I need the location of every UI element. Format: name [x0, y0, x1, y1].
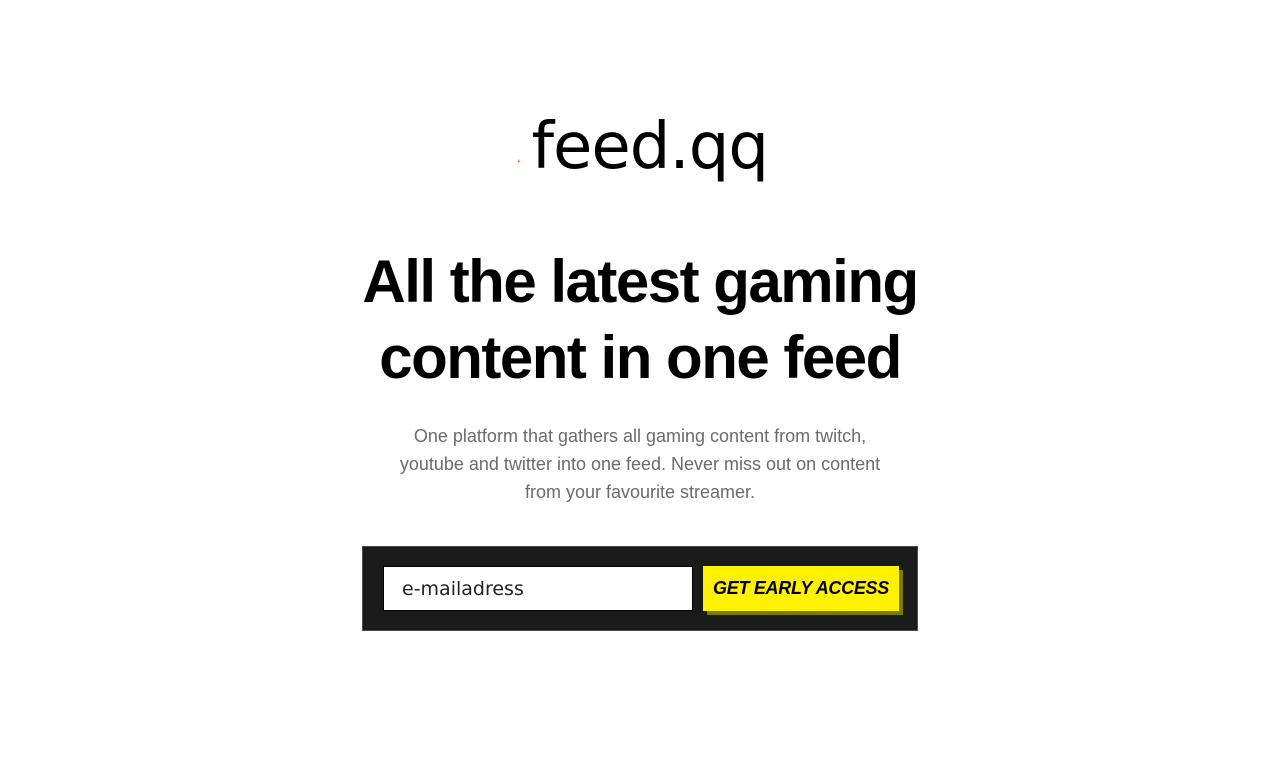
play-arrow-icon	[518, 159, 520, 163]
email-input[interactable]	[383, 566, 693, 611]
brand-logo[interactable]: feed.qq	[518, 115, 769, 214]
get-early-access-button[interactable]: GET EARLY ACCESS	[703, 566, 899, 611]
landing-page: feed.qq All the latest gaming content in…	[0, 0, 1280, 761]
hero-headline: All the latest gaming content in one fee…	[362, 248, 919, 391]
brand-name: feed.qq	[531, 110, 769, 184]
signup-form: GET EARLY ACCESS	[362, 546, 918, 631]
hero-subtitle: One platform that gathers all gaming con…	[399, 426, 881, 502]
